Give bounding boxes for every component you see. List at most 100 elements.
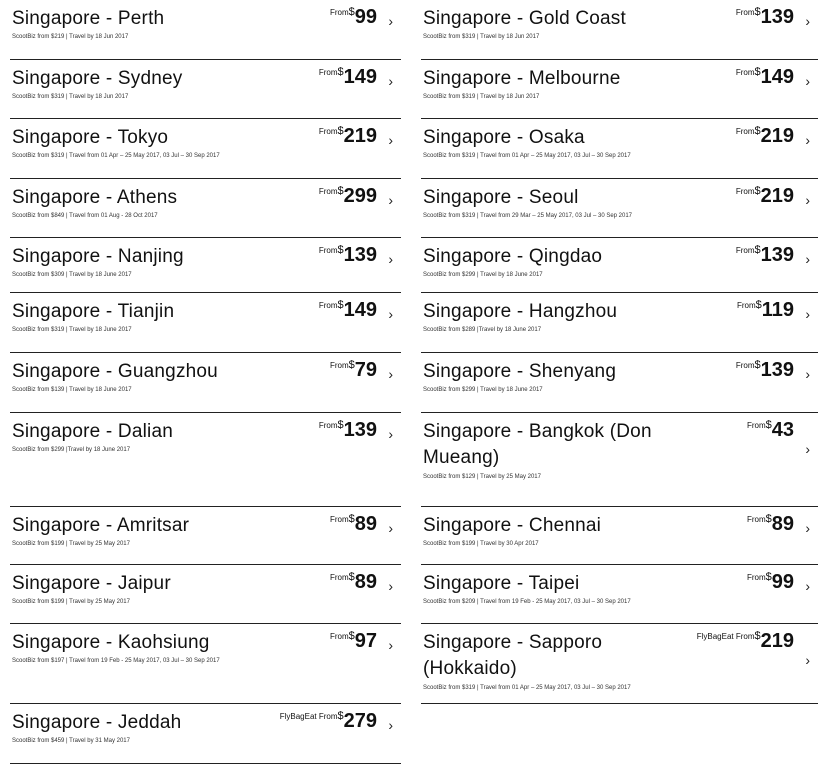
price-amount: 149: [343, 299, 377, 321]
route-card[interactable]: Singapore - Dalian ScootBiz from $299 |Tr…: [10, 413, 401, 507]
chevron-right-icon: ›: [805, 132, 810, 148]
currency-symbol: $: [348, 359, 355, 371]
route-card[interactable]: Singapore - Perth ScootBiz from $219 | Tr…: [10, 0, 401, 60]
price-amount: 149: [760, 66, 794, 88]
route-title: Singapore - Gold Coast: [423, 8, 626, 29]
price-amount: 299: [343, 185, 377, 207]
route-title: Singapore - Tokyo: [12, 127, 169, 148]
route-card[interactable]: Singapore - Amritsar ScootBiz from $199 |…: [10, 507, 401, 565]
route-fare-note: ScootBiz from $319 | Travel by 18 Jun 20…: [423, 94, 540, 100]
route-fare-note: ScootBiz from $209 | Travel from 19 Feb …: [423, 599, 631, 605]
route-card[interactable]: Singapore - Hangzhou ScootBiz from $289 |…: [421, 293, 818, 353]
price-prefix: From: [318, 187, 338, 196]
price-amount: 219: [760, 630, 794, 652]
price-amount: 219: [760, 125, 794, 147]
route-card[interactable]: Singapore - Melbourne ScootBiz from $319 …: [421, 60, 818, 119]
price-amount: 43: [771, 419, 794, 441]
chevron-right-icon: ›: [388, 132, 393, 148]
price-amount: 89: [771, 513, 794, 535]
price-prefix: FlyBagEat From: [279, 712, 338, 721]
route-card[interactable]: Singapore - Qingdao ScootBiz from $299 | …: [421, 238, 818, 293]
route-card[interactable]: Singapore - Jaipur ScootBiz from $199 | T…: [10, 565, 401, 624]
currency-symbol: $: [348, 6, 355, 18]
route-fare-note: ScootBiz from $849 | Travel from 01 Aug …: [12, 213, 158, 219]
route-title: Singapore - Shenyang: [423, 361, 617, 382]
route-card[interactable]: Singapore - Osaka ScootBiz from $319 | Tr…: [421, 119, 818, 179]
currency-symbol: $: [765, 571, 772, 583]
route-card[interactable]: Singapore - Nanjing ScootBiz from $309 | …: [10, 238, 401, 293]
price-amount: 79: [354, 359, 377, 381]
route-fare-note: ScootBiz from $319 | Travel from 01 Apr …: [12, 153, 220, 159]
route-fare-note: ScootBiz from $459 | Travel by 31 May 20…: [12, 738, 130, 744]
route-price: From$89: [747, 512, 794, 536]
route-price: FlyBagEat From$219: [697, 629, 794, 653]
route-title: Singapore - Nanjing: [12, 246, 184, 267]
route-card[interactable]: Singapore - Bangkok (Don Mueang) ScootBiz…: [421, 413, 818, 507]
route-price: From$219: [319, 124, 377, 148]
route-card[interactable]: Singapore - Shenyang ScootBiz from $299 |…: [421, 353, 818, 413]
route-price: FlyBagEat From$279: [280, 709, 377, 733]
currency-symbol: $: [754, 125, 761, 137]
price-prefix: From: [735, 8, 755, 17]
route-card[interactable]: Singapore - Sydney ScootBiz from $319 | T…: [10, 60, 401, 119]
price-prefix: From: [329, 632, 349, 641]
route-card[interactable]: Singapore - Chennai ScootBiz from $199 | …: [421, 507, 818, 565]
price-amount: 97: [354, 630, 377, 652]
route-price: From$299: [319, 184, 377, 208]
route-title: Singapore - Amritsar: [12, 515, 190, 536]
chevron-right-icon: ›: [388, 578, 393, 594]
currency-symbol: $: [754, 66, 761, 78]
price-amount: 89: [354, 571, 377, 593]
route-price: From$99: [330, 5, 377, 29]
currency-symbol: $: [348, 571, 355, 583]
price-prefix: From: [746, 421, 766, 430]
price-amount: 149: [343, 66, 377, 88]
price-prefix: From: [735, 127, 755, 136]
route-fare-note: ScootBiz from $319 | Travel by 18 June 2…: [12, 327, 132, 333]
chevron-right-icon: ›: [805, 652, 810, 668]
price-amount: 99: [771, 571, 794, 593]
route-fare-note: ScootBiz from $199 | Travel by 25 May 20…: [12, 541, 130, 547]
route-title: Singapore - Tianjin: [12, 301, 175, 322]
route-card[interactable]: Singapore - Guangzhou ScootBiz from $139 …: [10, 353, 401, 413]
route-title: Singapore - Bangkok (Don Mueang): [423, 421, 652, 468]
chevron-right-icon: ›: [805, 520, 810, 536]
price-prefix: From: [329, 361, 349, 370]
route-title: Singapore - Hangzhou: [423, 301, 618, 322]
price-prefix: From: [318, 301, 338, 310]
route-price: From$149: [319, 298, 377, 322]
chevron-right-icon: ›: [388, 717, 393, 733]
route-fare-note: ScootBiz from $309 | Travel by 18 June 2…: [12, 272, 132, 278]
route-card[interactable]: Singapore - Jeddah ScootBiz from $459 | T…: [10, 704, 401, 764]
price-prefix: From: [736, 301, 756, 310]
route-fare-note: ScootBiz from $199 | Travel by 30 Apr 20…: [423, 541, 539, 547]
route-card[interactable]: Singapore - Sapporo (Hokkaido) ScootBiz f…: [421, 624, 818, 704]
route-fare-note: ScootBiz from $139 | Travel by 18 June 2…: [12, 387, 132, 393]
route-card[interactable]: Singapore - Seoul ScootBiz from $319 | Tr…: [421, 179, 818, 238]
route-price: From$89: [330, 570, 377, 594]
price-prefix: From: [318, 68, 338, 77]
route-card[interactable]: Singapore - Tokyo ScootBiz from $319 | Tr…: [10, 119, 401, 179]
price-prefix: From: [318, 421, 338, 430]
chevron-right-icon: ›: [805, 441, 810, 457]
chevron-right-icon: ›: [388, 426, 393, 442]
route-fare-note: ScootBiz from $199 | Travel by 25 May 20…: [12, 599, 130, 605]
currency-symbol: $: [337, 185, 344, 197]
route-card[interactable]: Singapore - Athens ScootBiz from $849 | T…: [10, 179, 401, 238]
price-amount: 99: [354, 6, 377, 28]
route-card[interactable]: Singapore - Tianjin ScootBiz from $319 | …: [10, 293, 401, 353]
chevron-right-icon: ›: [388, 192, 393, 208]
route-title: Singapore - Kaohsiung: [12, 632, 210, 653]
price-amount: 89: [354, 513, 377, 535]
price-prefix: From: [735, 361, 755, 370]
chevron-right-icon: ›: [805, 578, 810, 594]
route-price: From$79: [330, 358, 377, 382]
route-card[interactable]: Singapore - Taipei ScootBiz from $209 | T…: [421, 565, 818, 624]
route-card[interactable]: Singapore - Gold Coast ScootBiz from $319…: [421, 0, 818, 60]
route-card[interactable]: Singapore - Kaohsiung ScootBiz from $197 …: [10, 624, 401, 704]
currency-symbol: $: [754, 244, 761, 256]
price-prefix: FlyBagEat From: [696, 632, 755, 641]
price-prefix: From: [329, 573, 349, 582]
price-amount: 139: [760, 6, 794, 28]
chevron-right-icon: ›: [388, 520, 393, 536]
